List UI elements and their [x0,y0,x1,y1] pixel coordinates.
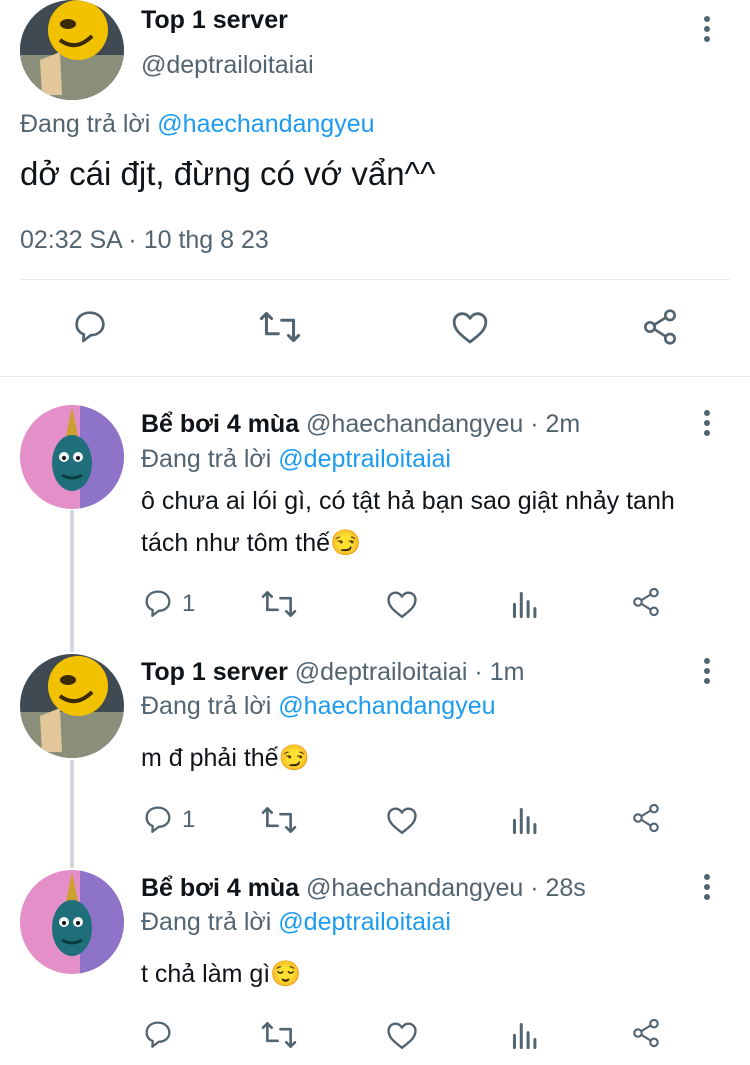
replying-to-handle[interactable]: @haechandangyeu [157,110,374,138]
share-icon[interactable] [630,586,662,618]
avatar-fish-image [20,405,124,509]
replying-to-handle[interactable]: @deptrailoitaiai [278,445,451,473]
avatar[interactable] [20,0,124,100]
display-name[interactable]: Top 1 server [141,6,288,35]
timestamp[interactable]: 02:32 SA · 10 thg 8 23 [20,226,269,255]
replying-to-line: Đang trả lời @haechandangyeu [20,110,375,139]
reply-icon[interactable] [141,586,175,620]
section-divider [0,376,750,377]
replying-to-line: Đang trả lời @haechandangyeu [141,692,496,721]
share-icon[interactable] [640,307,680,347]
avatar[interactable] [20,405,124,509]
retweet-icon[interactable] [260,588,298,620]
thread-line [70,510,74,652]
avatar[interactable] [20,870,124,974]
like-icon[interactable] [450,308,490,346]
avatar-fish-image [20,870,124,974]
retweet-icon[interactable] [260,804,298,836]
avatar-emoji-image [20,654,124,758]
share-icon[interactable] [630,802,662,834]
divider [20,279,730,280]
handle-time[interactable]: @haechandangyeu · 2m [306,410,580,438]
avatar-emoji-image [20,0,124,100]
reply-header: Top 1 server @deptrailoitaiai · 1m [141,658,524,687]
replying-label: Đang trả lời [141,908,272,936]
handle[interactable]: @deptrailoitaiai [141,51,314,80]
replying-label: Đang trả lời [141,692,272,720]
thread-line [70,760,74,868]
replying-to-line: Đang trả lời @deptrailoitaiai [141,445,451,474]
display-name[interactable]: Top 1 server [141,658,288,686]
like-icon[interactable] [385,588,419,620]
replying-to-line: Đang trả lời @deptrailoitaiai [141,908,451,937]
display-name[interactable]: Bể bơi 4 mùa [141,410,299,438]
more-options-icon[interactable] [697,873,717,903]
analytics-icon[interactable] [510,804,538,834]
reply-text: ô chưa ai lói gì, có tật hả bạn sao giật… [141,487,675,557]
like-icon[interactable] [385,1019,419,1051]
retweet-icon[interactable] [260,1019,298,1051]
reply-count: 1 [182,806,196,833]
reply-header: Bể bơi 4 mùa @haechandangyeu · 28s [141,874,586,903]
analytics-icon[interactable] [510,588,538,618]
analytics-icon[interactable] [510,1019,538,1049]
retweet-icon[interactable] [258,308,302,346]
reply-header: Bể bơi 4 mùa @haechandangyeu · 2m [141,410,580,439]
reply-text: m đ phải thế😏 [141,744,310,772]
replying-label: Đang trả lời [141,445,272,473]
tweet-text: dở cái đjt, đừng có vớ vẩn^^ [20,155,436,192]
handle-time[interactable]: @haechandangyeu · 28s [306,874,586,902]
reply-icon[interactable] [70,306,110,346]
more-options-icon[interactable] [697,657,717,687]
replying-label: Đang trả lời [20,110,151,138]
reply-text: t chả làm gì😌 [141,960,302,988]
avatar[interactable] [20,654,124,758]
display-name[interactable]: Bể bơi 4 mùa [141,874,299,902]
replying-to-handle[interactable]: @deptrailoitaiai [278,908,451,936]
share-icon[interactable] [630,1017,662,1049]
more-options-icon[interactable] [697,409,717,439]
replying-to-handle[interactable]: @haechandangyeu [278,692,495,720]
reply-count: 1 [182,590,196,617]
reply-icon[interactable] [141,1017,175,1051]
more-options-icon[interactable] [697,15,717,45]
reply-icon[interactable] [141,802,175,836]
like-icon[interactable] [385,804,419,836]
handle-time[interactable]: @deptrailoitaiai · 1m [295,658,525,686]
